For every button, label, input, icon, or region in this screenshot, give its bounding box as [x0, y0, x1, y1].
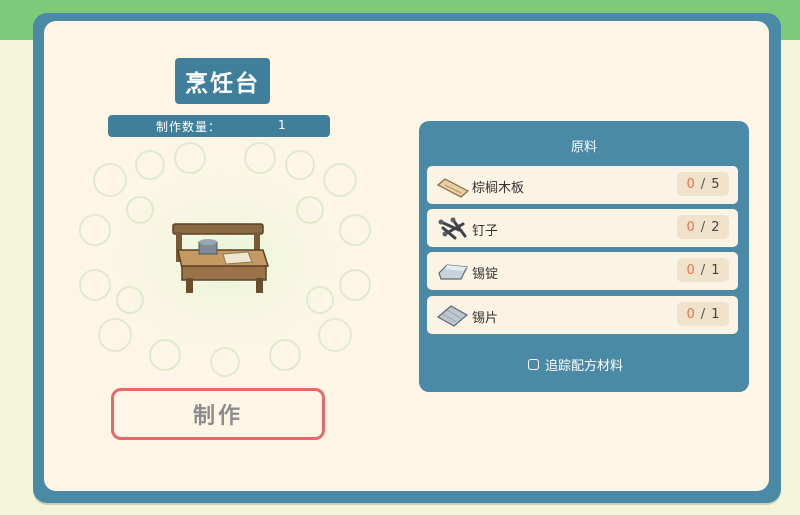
track-recipe-checkbox[interactable]	[528, 359, 539, 370]
track-recipe-toggle[interactable]: 追踪配方材料	[528, 355, 623, 374]
material-name: 锡锭	[472, 267, 499, 282]
material-count: 0 / 1	[677, 302, 729, 326]
need-count: 5	[711, 176, 720, 192]
quantity-value: 1	[278, 118, 286, 132]
material-count: 0 / 1	[677, 258, 729, 282]
materials-header: 原料	[570, 140, 597, 155]
have-count: 0	[686, 219, 695, 235]
material-name: 棕榈木板	[472, 181, 525, 196]
need-count: 1	[711, 306, 720, 322]
materials-panel: 原料 棕榈木板 0 / 5 钉子 0 / 2 锡锭 0 / 1 锡片 0 / 1…	[419, 121, 749, 392]
count-separator: /	[700, 176, 706, 192]
wood-plank-icon	[436, 178, 469, 198]
quantity-bar: 制作数量： 1	[108, 115, 330, 137]
need-count: 1	[711, 262, 720, 278]
quantity-label: 制作数量：	[156, 120, 222, 134]
material-count: 0 / 2	[677, 215, 729, 239]
material-row[interactable]: 钉子 0 / 2	[427, 209, 738, 247]
nails-icon	[438, 217, 467, 240]
material-row[interactable]: 棕榈木板 0 / 5	[427, 166, 738, 204]
material-row[interactable]: 锡锭 0 / 1	[427, 252, 738, 290]
have-count: 0	[686, 306, 695, 322]
have-count: 0	[686, 262, 695, 278]
track-recipe-label: 追踪配方材料	[545, 359, 624, 374]
have-count: 0	[686, 176, 695, 192]
need-count: 2	[711, 219, 720, 235]
material-name: 钉子	[472, 224, 499, 239]
cooking-station-icon	[172, 223, 270, 293]
station-title: 烹饪台	[175, 58, 270, 104]
material-row[interactable]: 锡片 0 / 1	[427, 296, 738, 334]
tin-sheet-icon	[436, 305, 469, 327]
material-name: 锡片	[472, 311, 499, 326]
material-count: 0 / 5	[677, 172, 729, 196]
make-button[interactable]: 制作	[111, 388, 325, 440]
count-separator: /	[700, 306, 706, 322]
count-separator: /	[700, 219, 706, 235]
tin-ingot-icon	[438, 264, 468, 280]
count-separator: /	[700, 262, 706, 278]
